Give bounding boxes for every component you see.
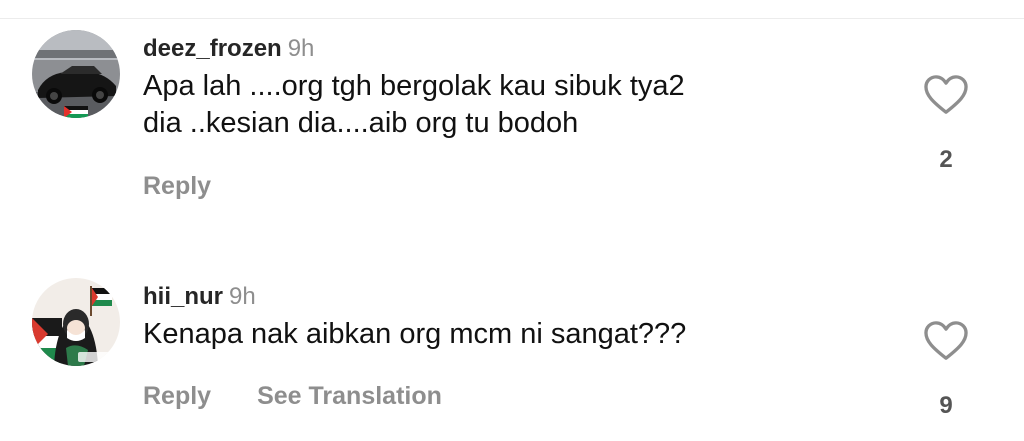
reply-button[interactable]: Reply — [143, 172, 211, 201]
reply-button[interactable]: Reply — [143, 382, 211, 411]
timestamp: 9h — [229, 283, 256, 310]
comment-text: Kenapa nak aibkan org mcm ni sangat??? — [143, 316, 903, 353]
comment-item: hii_nur 9h Kenapa nak aibkan org mcm ni s… — [0, 278, 1024, 438]
username[interactable]: deez_frozen — [143, 35, 282, 62]
comment-actions: Reply — [143, 172, 211, 201]
like-control: 9 — [918, 320, 974, 420]
like-count: 9 — [939, 392, 953, 419]
like-control: 2 — [918, 74, 974, 174]
avatar[interactable] — [32, 278, 120, 366]
see-translation-button[interactable]: See Translation — [257, 382, 442, 411]
heart-icon[interactable] — [923, 320, 969, 362]
comment-text-line: Apa lah ....org tgh bergolak kau sibuk t… — [143, 70, 685, 102]
comment-meta: deez_frozen 9h — [143, 34, 903, 64]
comment-body: hii_nur 9h Kenapa nak aibkan org mcm ni s… — [143, 282, 903, 353]
username[interactable]: hii_nur — [143, 283, 223, 310]
car-avatar-icon — [32, 30, 120, 118]
top-divider — [0, 18, 1024, 19]
timestamp: 9h — [287, 35, 315, 62]
like-count: 2 — [939, 146, 953, 173]
comment-text-line: Kenapa nak aibkan org mcm ni sangat??? — [143, 318, 687, 350]
heart-icon[interactable] — [923, 74, 969, 116]
avatar[interactable] — [32, 30, 120, 118]
comment-actions: Reply See Translation — [143, 382, 442, 411]
illustrated-person-avatar-icon — [32, 278, 120, 366]
comment-item: deez_frozen 9h Apa lah ....org tgh bergol… — [0, 30, 1024, 220]
comment-meta: hii_nur 9h — [143, 282, 903, 312]
comment-text: Apa lah ....org tgh bergolak kau sibuk t… — [143, 68, 903, 142]
comment-body: deez_frozen 9h Apa lah ....org tgh bergol… — [143, 34, 903, 142]
comment-text-line: dia ..kesian dia....aib org tu bodoh — [143, 107, 579, 139]
